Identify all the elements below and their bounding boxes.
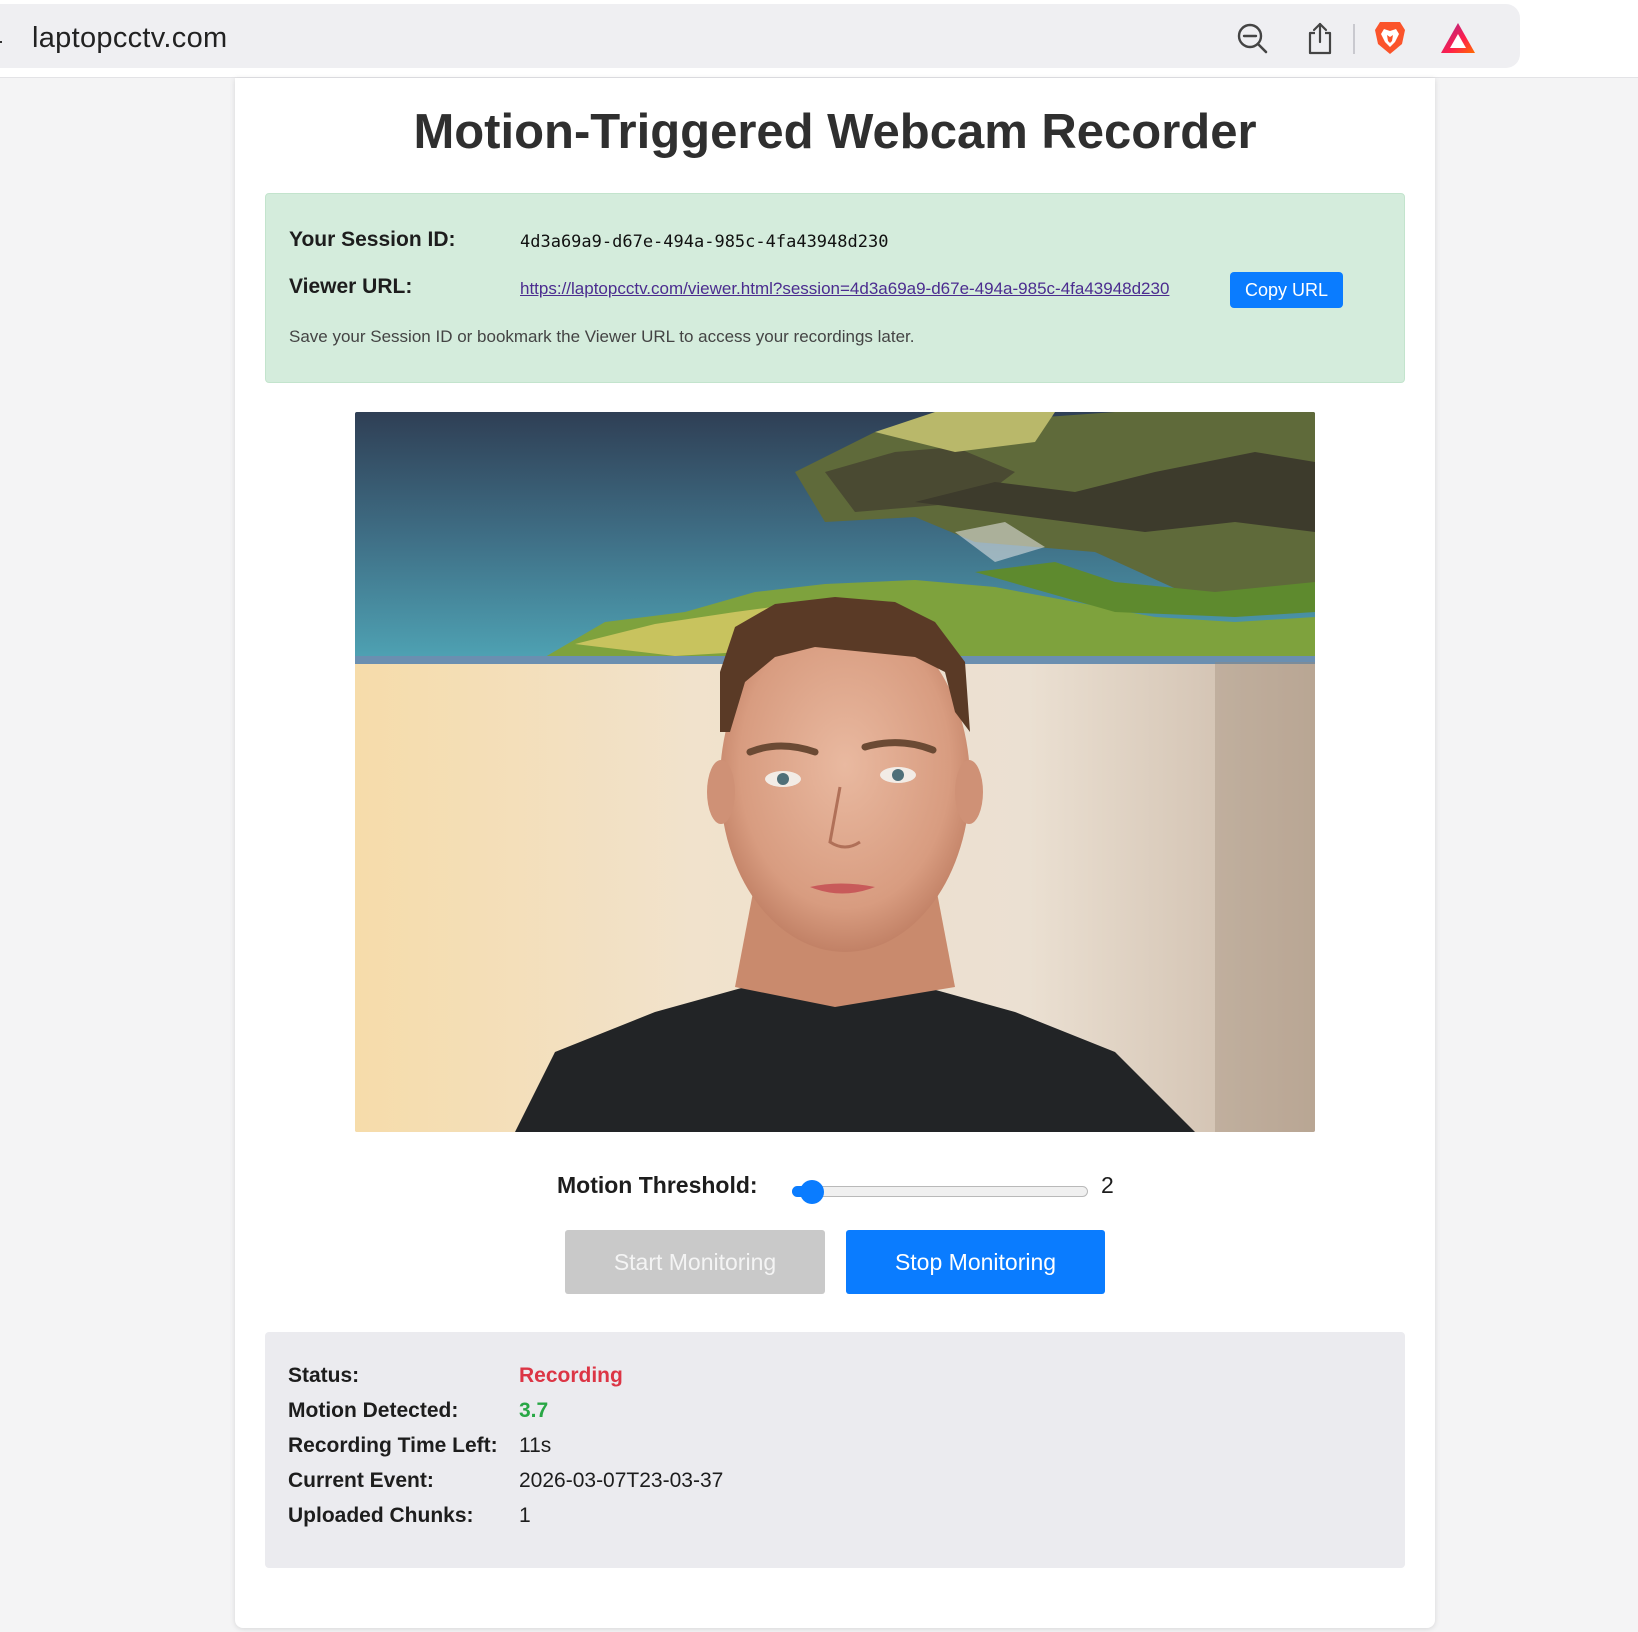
share-icon[interactable] bbox=[1300, 18, 1340, 58]
address-domain[interactable]: laptopcctv.com bbox=[32, 22, 227, 55]
status-label: Motion Detected: bbox=[288, 1399, 459, 1422]
status-row: Status: Recording bbox=[288, 1364, 1388, 1394]
status-label: Status: bbox=[288, 1364, 360, 1387]
session-info-box: Your Session ID: 4d3a69a9-d67e-494a-985c… bbox=[265, 193, 1405, 383]
status-label: Current Event: bbox=[288, 1469, 434, 1492]
webcam-video-feed bbox=[355, 412, 1315, 1132]
status-value: 1 bbox=[519, 1504, 531, 1527]
status-row: Current Event: 2026-03-07T23-03-37 bbox=[288, 1469, 1388, 1499]
slider-thumb[interactable] bbox=[800, 1180, 825, 1204]
status-value: 11s bbox=[519, 1434, 552, 1457]
status-row: Recording Time Left: 11s bbox=[288, 1434, 1388, 1464]
brave-rewards-icon[interactable] bbox=[1438, 18, 1478, 58]
status-value: 3.7 bbox=[519, 1399, 549, 1422]
viewer-url-link[interactable]: https://laptopcctv.com/viewer.html?sessi… bbox=[520, 279, 1169, 299]
status-value: Recording bbox=[519, 1364, 623, 1387]
motion-threshold-value: 2 bbox=[1101, 1172, 1114, 1198]
zoom-out-icon[interactable] bbox=[1232, 18, 1272, 58]
status-panel: Status: Recording Motion Detected: 3.7 R… bbox=[265, 1332, 1405, 1568]
status-label: Uploaded Chunks: bbox=[288, 1504, 474, 1527]
address-bar[interactable]: laptopcctv.com bbox=[0, 4, 1520, 68]
motion-threshold-label: Motion Threshold: bbox=[557, 1172, 758, 1198]
session-id-value: 4d3a69a9-d67e-494a-985c-4fa43948d230 bbox=[520, 232, 889, 252]
session-id-label: Your Session ID: bbox=[289, 228, 456, 251]
motion-threshold-row: Motion Threshold: 2 bbox=[235, 1166, 1435, 1206]
copy-url-button[interactable]: Copy URL bbox=[1230, 272, 1343, 308]
stop-monitoring-button[interactable]: Stop Monitoring bbox=[846, 1230, 1105, 1294]
session-save-note: Save your Session ID or bookmark the Vie… bbox=[289, 327, 915, 346]
status-label: Recording Time Left: bbox=[288, 1434, 498, 1457]
site-settings-icon[interactable] bbox=[0, 26, 2, 48]
recorder-card: Motion-Triggered Webcam Recorder Your Se… bbox=[235, 78, 1435, 1628]
status-value: 2026-03-07T23-03-37 bbox=[519, 1469, 724, 1492]
toolbar-divider bbox=[1353, 24, 1355, 54]
page-title: Motion-Triggered Webcam Recorder bbox=[413, 105, 1257, 159]
browser-toolbar: laptopcctv.com bbox=[0, 0, 1638, 78]
start-monitoring-button[interactable]: Start Monitoring bbox=[565, 1230, 825, 1294]
viewer-url-label: Viewer URL: bbox=[289, 275, 413, 298]
status-row: Motion Detected: 3.7 bbox=[288, 1399, 1388, 1429]
brave-lion-icon[interactable] bbox=[1370, 18, 1410, 58]
motion-threshold-slider[interactable] bbox=[792, 1186, 1088, 1197]
status-row: Uploaded Chunks: 1 bbox=[288, 1504, 1388, 1534]
